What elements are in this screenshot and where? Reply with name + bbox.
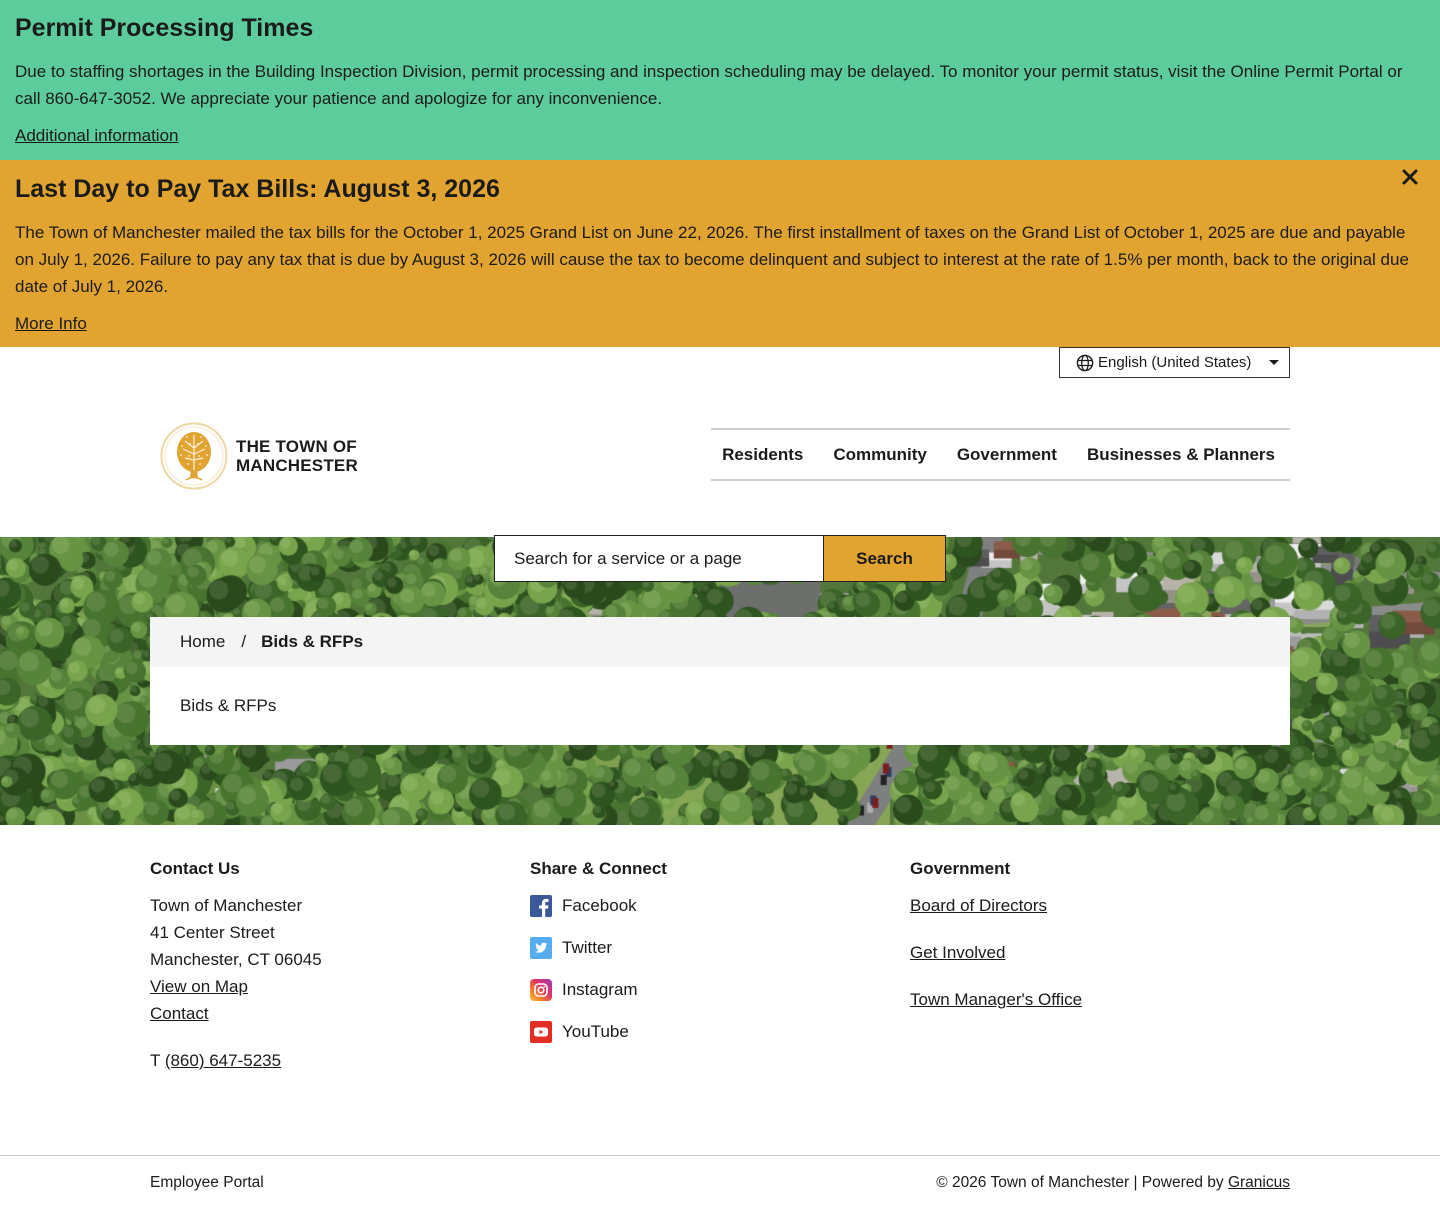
nav-item-community[interactable]: Community — [818, 445, 942, 465]
nav-item-businesses-planners[interactable]: Businesses & Planners — [1072, 445, 1290, 465]
town-seal-tree-icon — [160, 422, 228, 490]
granicus-link[interactable]: Granicus — [1228, 1174, 1290, 1191]
globe-icon — [1076, 354, 1094, 371]
chevron-down-icon — [1269, 360, 1279, 365]
breadcrumb-current: Bids & RFPs — [261, 632, 364, 651]
twitter-link[interactable]: Twitter — [530, 934, 910, 961]
alert-tax-bills: Last Day to Pay Tax Bills: August 3, 202… — [0, 160, 1440, 347]
page-header-card: Home / Bids & RFPs Bids & RFPs — [150, 617, 1290, 745]
contact-name: Town of Manchester — [150, 896, 303, 915]
breadcrumb: Home / Bids & RFPs — [150, 617, 1290, 667]
youtube-link[interactable]: YouTube — [530, 1018, 910, 1045]
language-bar: English (United States) — [0, 347, 1440, 378]
search-input[interactable] — [495, 536, 823, 581]
additional-information-link[interactable]: Additional information — [15, 122, 178, 149]
site-header: THE TOWN OF MANCHESTER Residents Communi… — [0, 378, 1440, 537]
nav-item-residents[interactable]: Residents — [707, 445, 818, 465]
site-name-line-2: MANCHESTER — [236, 456, 358, 475]
site-name-line-1: THE TOWN OF — [236, 437, 357, 456]
breadcrumb-separator: / — [241, 632, 247, 651]
footer-bottom-bar: Employee Portal © 2026 Town of Mancheste… — [0, 1155, 1440, 1210]
footer-share-column: Share & Connect Facebook Twitter Instagr… — [530, 855, 910, 1074]
facebook-icon — [530, 894, 552, 917]
more-info-link[interactable]: More Info — [15, 310, 87, 337]
copyright-text: © 2026 Town of Manchester | Powered by — [936, 1174, 1224, 1191]
youtube-icon — [530, 1020, 552, 1043]
language-select[interactable]: English (United States) — [1059, 347, 1290, 378]
contact-city: Manchester, CT 06045 — [150, 950, 322, 969]
footer-government-column: Government Board of Directors Get Involv… — [910, 855, 1290, 1074]
contact-street: 41 Center Street — [150, 923, 275, 942]
board-of-directors-link[interactable]: Board of Directors — [910, 892, 1290, 919]
site-search: Search — [494, 535, 946, 582]
contact-phone: T (860) 647-5235 — [150, 1047, 530, 1074]
facebook-label: Facebook — [562, 896, 637, 915]
town-managers-office-link[interactable]: Town Manager's Office — [910, 986, 1290, 1013]
alert-body: The Town of Manchester mailed the tax bi… — [15, 223, 1409, 296]
site-name: THE TOWN OF MANCHESTER — [236, 437, 358, 475]
alert-body: Due to staffing shortages in the Buildin… — [15, 62, 1403, 108]
youtube-label: YouTube — [562, 1022, 629, 1041]
instagram-link[interactable]: Instagram — [530, 976, 910, 1003]
footer-heading-government: Government — [910, 859, 1011, 878]
view-on-map-link[interactable]: View on Map — [150, 973, 530, 1000]
employee-portal-link[interactable]: Employee Portal — [150, 1174, 264, 1192]
footer-heading-share: Share & Connect — [530, 859, 667, 878]
footer-contact-column: Contact Us Town of Manchester 41 Center … — [150, 855, 530, 1074]
phone-prefix: T — [150, 1051, 161, 1070]
main-navigation: Residents Community Government Businesse… — [711, 428, 1290, 481]
hero-section: Search Home / Bids & RFPs Bids & RFPs — [0, 535, 1440, 825]
nav-item-government[interactable]: Government — [942, 445, 1072, 465]
instagram-icon — [530, 978, 552, 1001]
alert-title: Last Day to Pay Tax Bills: August 3, 202… — [15, 175, 500, 203]
site-footer: Contact Us Town of Manchester 41 Center … — [0, 825, 1440, 1155]
close-alert-button[interactable] — [1401, 168, 1419, 186]
page-title: Bids & RFPs — [180, 696, 277, 715]
copyright: © 2026 Town of Manchester | Powered by G… — [936, 1174, 1290, 1192]
facebook-link[interactable]: Facebook — [530, 892, 910, 919]
instagram-label: Instagram — [562, 980, 638, 999]
phone-link[interactable]: (860) 647-5235 — [165, 1051, 281, 1070]
breadcrumb-home-link[interactable]: Home — [180, 632, 225, 652]
alert-title: Permit Processing Times — [15, 14, 314, 42]
close-icon — [1402, 169, 1418, 185]
get-involved-link[interactable]: Get Involved — [910, 939, 1290, 966]
twitter-label: Twitter — [562, 938, 613, 957]
search-button[interactable]: Search — [823, 536, 945, 581]
language-selected-label: English (United States) — [1098, 354, 1252, 371]
footer-heading-contact: Contact Us — [150, 859, 240, 878]
alert-permit-processing: Permit Processing Times Due to staffing … — [0, 0, 1440, 160]
contact-link[interactable]: Contact — [150, 1000, 530, 1027]
twitter-icon — [530, 936, 552, 959]
